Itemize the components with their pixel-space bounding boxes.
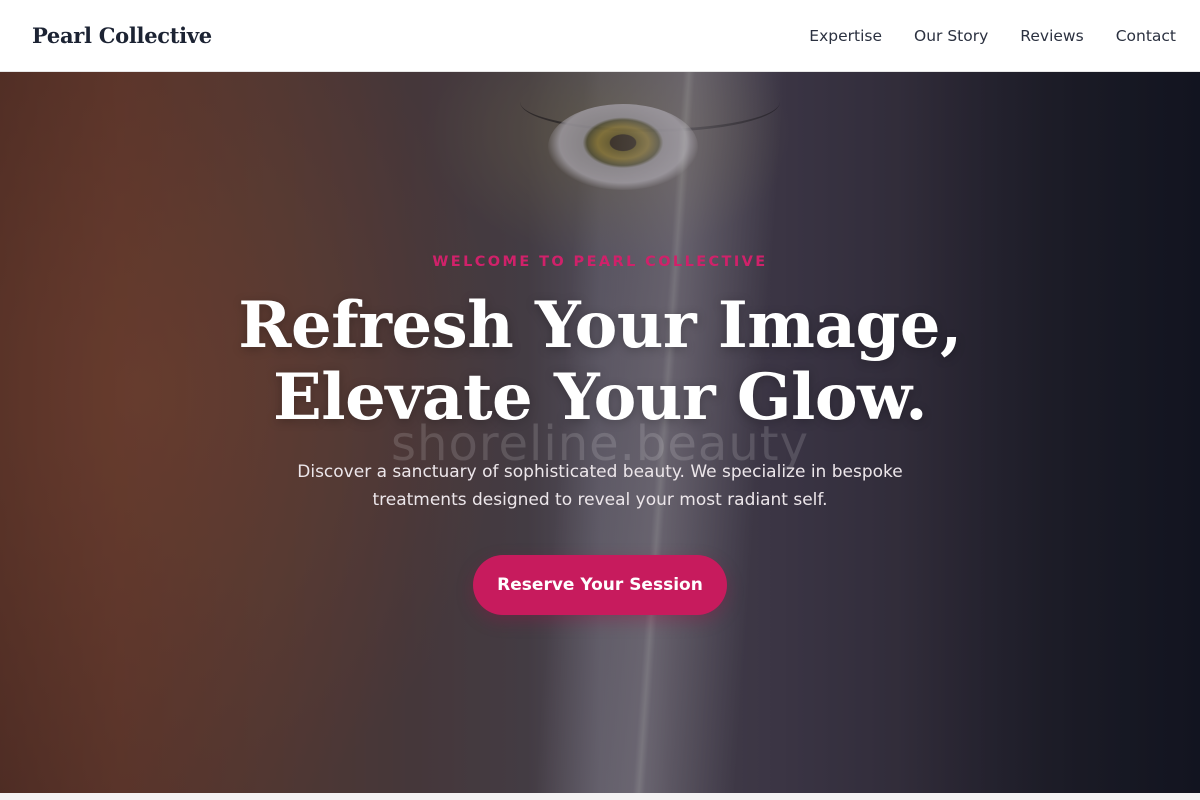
reserve-session-button[interactable]: Reserve Your Session bbox=[473, 555, 727, 615]
nav-link-our-story[interactable]: Our Story bbox=[914, 27, 988, 45]
nav-link-contact[interactable]: Contact bbox=[1116, 27, 1176, 45]
hero-subtext: Discover a sanctuary of sophisticated be… bbox=[280, 458, 920, 514]
nav-link-reviews[interactable]: Reviews bbox=[1020, 27, 1083, 45]
hero-section: WELCOME TO PEARL COLLECTIVE Refresh Your… bbox=[0, 72, 1200, 793]
hero-content: WELCOME TO PEARL COLLECTIVE Refresh Your… bbox=[0, 72, 1200, 793]
headline-line-1: Refresh Your Image, bbox=[238, 288, 962, 363]
subtext-line-1: Discover a sanctuary of sophisticated be… bbox=[297, 462, 903, 482]
top-navbar: Pearl Collective Expertise Our Story Rev… bbox=[0, 0, 1200, 72]
page-bottom-edge bbox=[0, 793, 1200, 800]
nav-links: Expertise Our Story Reviews Contact bbox=[777, 27, 1176, 45]
nav-link-expertise[interactable]: Expertise bbox=[809, 27, 882, 45]
hero-headline: Refresh Your Image, Elevate Your Glow. bbox=[0, 290, 1200, 434]
brand-logo[interactable]: Pearl Collective bbox=[32, 23, 212, 48]
hero-eyebrow: WELCOME TO PEARL COLLECTIVE bbox=[432, 254, 768, 270]
subtext-line-2: treatments designed to reveal your most … bbox=[372, 490, 828, 510]
